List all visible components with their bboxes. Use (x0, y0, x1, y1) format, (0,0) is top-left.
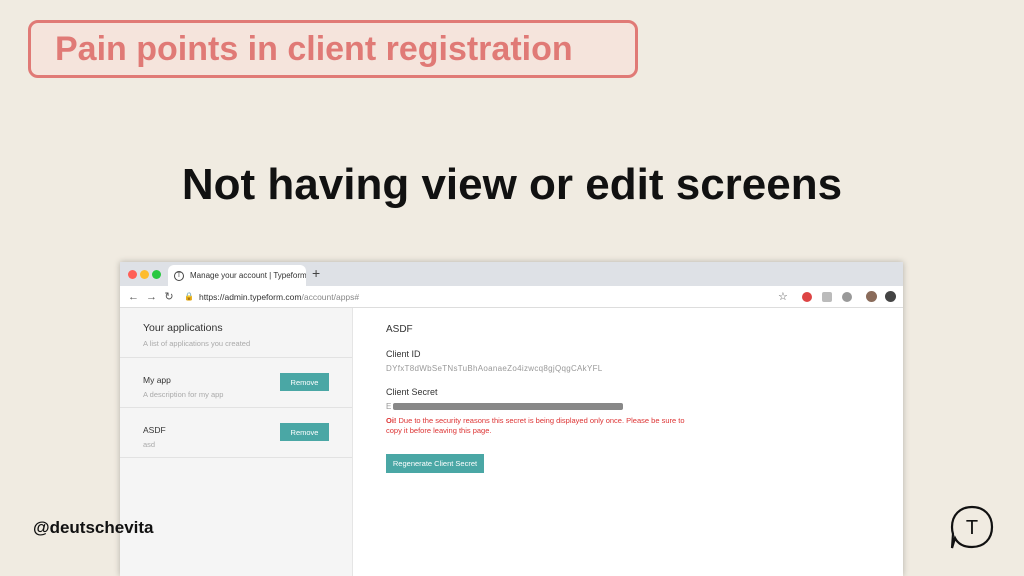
app-description: A description for my app (143, 390, 224, 399)
tab-title: Manage your account | Typeform (190, 271, 306, 280)
sidebar-title: Your applications (143, 322, 223, 334)
list-item[interactable]: My app A description for my app Remove (120, 358, 352, 408)
logo-letter: T (966, 517, 978, 539)
url-host: https://admin.typeform.com (198, 291, 302, 302)
client-secret-label: Client Secret (386, 387, 438, 397)
avatar[interactable] (866, 291, 877, 302)
close-window-button[interactable] (128, 270, 137, 279)
tab-bar: T Manage your account | Typeform + (120, 262, 903, 286)
back-arrow-icon[interactable]: ← (128, 291, 139, 303)
remove-button[interactable]: Remove (280, 373, 329, 391)
applications-sidebar: Your applications A list of applications… (120, 308, 353, 576)
redacted-secret (393, 403, 624, 410)
typeform-favicon-icon: T (174, 270, 184, 281)
regenerate-secret-button[interactable]: Regenerate Client Secret (386, 454, 484, 473)
client-secret-first-char: E (386, 402, 392, 411)
forward-arrow-icon[interactable]: → (146, 291, 157, 303)
browser-toolbar: ← → ↻ 🔒 https://admin.typeform.com/accou… (120, 286, 903, 308)
warning-bold: Oi! (386, 416, 397, 425)
url-path: /account/apps# (301, 291, 360, 302)
sidebar-header: Your applications A list of applications… (120, 308, 352, 358)
client-id-label: Client ID (386, 349, 421, 359)
typeform-logo-icon: T (950, 505, 994, 549)
remove-button[interactable]: Remove (280, 423, 329, 441)
browser-tab[interactable]: T Manage your account | Typeform (168, 265, 306, 286)
maximize-window-button[interactable] (152, 270, 161, 279)
slide-headline: Not having view or edit screens (181, 160, 843, 209)
reload-icon[interactable]: ↻ (164, 290, 174, 303)
new-tab-button[interactable]: + (312, 265, 320, 281)
slide-title: Pain points in client registration (28, 20, 638, 78)
client-secret-value: E (386, 402, 903, 411)
security-warning: Oi! Due to the security reasons this sec… (386, 416, 686, 436)
app-heading: ASDF (386, 324, 413, 335)
page-content: Your applications A list of applications… (120, 308, 903, 576)
download-icon[interactable] (885, 291, 896, 302)
sidebar-subtitle: A list of applications you created (143, 339, 251, 348)
extension-icon[interactable] (822, 292, 832, 302)
extension-icon[interactable] (842, 292, 852, 302)
address-bar[interactable]: 🔒 https://admin.typeform.com/account/app… (184, 292, 359, 302)
bookmark-star-icon[interactable]: ☆ (778, 290, 788, 303)
extension-icon[interactable] (802, 292, 812, 302)
client-id-value: DYfxT8dWbSeTNsTuBhAoanaeZo4izwcq8gjQqgCA… (386, 364, 603, 373)
minimize-window-button[interactable] (140, 270, 149, 279)
app-detail-panel: ASDF Client ID DYfxT8dWbSeTNsTuBhAoanaeZ… (353, 308, 903, 576)
list-item[interactable]: ASDF asd Remove (120, 408, 352, 458)
browser-window: T Manage your account | Typeform + ← → ↻… (120, 262, 903, 576)
lock-icon: 🔒 (184, 292, 194, 301)
warning-text: Due to the security reasons this secret … (386, 416, 685, 435)
author-handle: @deutschevita (33, 518, 154, 537)
app-description: asd (143, 440, 156, 449)
